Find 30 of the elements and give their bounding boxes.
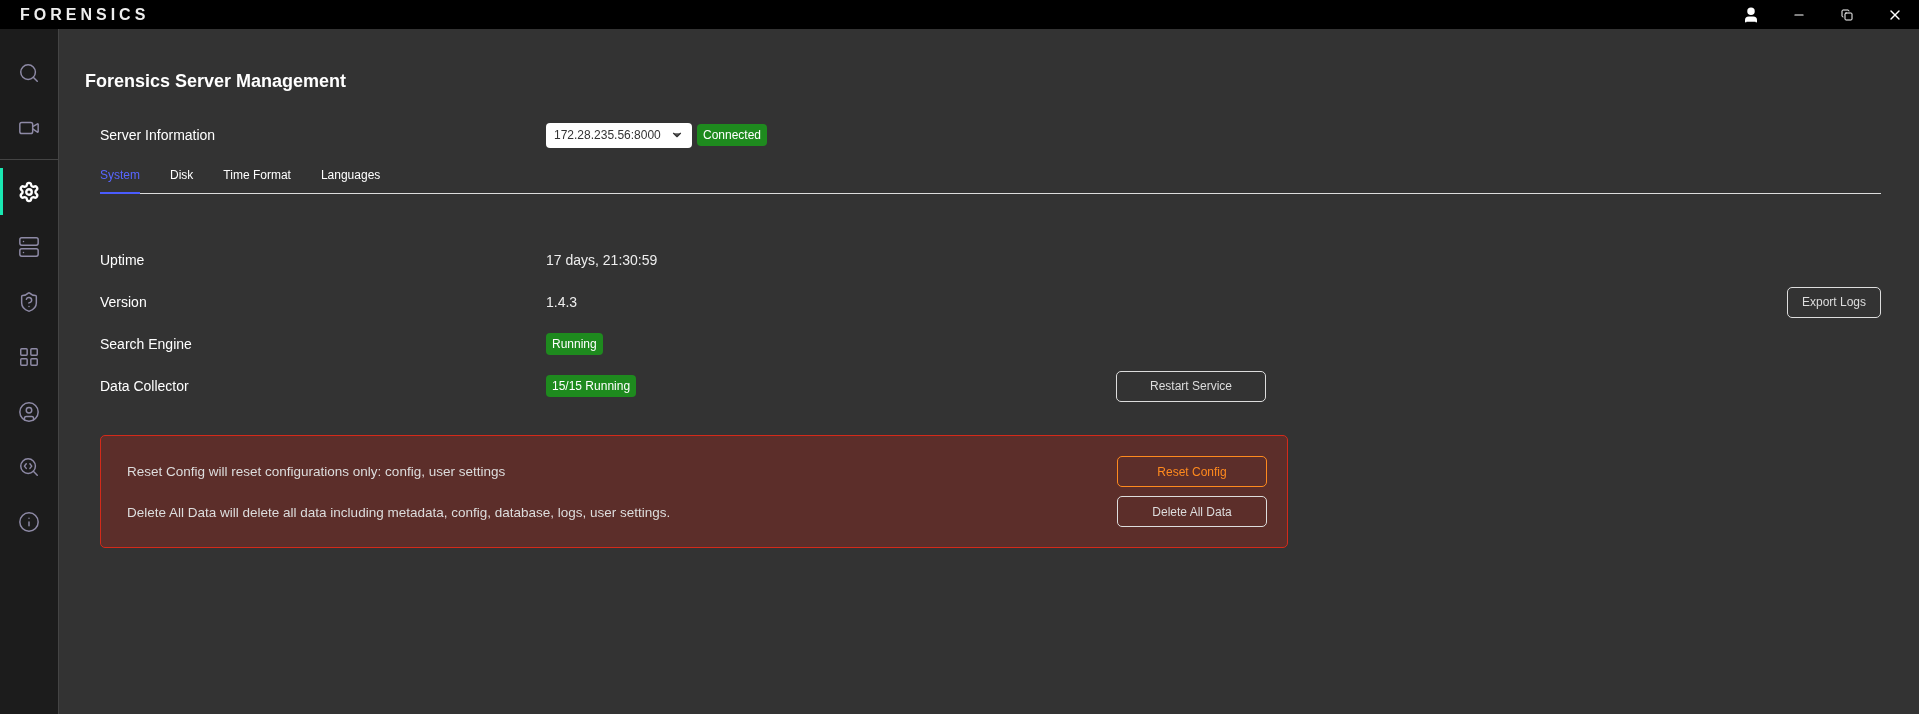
server-icon[interactable] <box>18 235 40 258</box>
status-badge: 15/15 Running <box>546 375 637 397</box>
field-label: Version <box>100 294 148 310</box>
field-label: Search Engine <box>100 336 193 352</box>
field-value: 17 days, 21:30:59 <box>546 252 658 268</box>
user-icon[interactable] <box>1742 5 1760 24</box>
tab[interactable]: Time Format <box>223 162 291 194</box>
reset-config-button[interactable]: Reset Config <box>1117 456 1267 487</box>
app-logo: FORENSICS <box>20 5 150 24</box>
server-info-label: Server Information <box>100 127 217 143</box>
status-badge: Connected <box>697 124 768 146</box>
user-circle-icon[interactable] <box>18 400 40 423</box>
delete-data-button[interactable]: Delete All Data <box>1117 496 1267 527</box>
field-label: Data Collector <box>100 378 190 394</box>
settings-icon[interactable] <box>18 180 40 203</box>
warning-text: Delete All Data will delete all data including metadata, config, database, logs, user settings. <box>127 504 671 520</box>
restart-service-button[interactable]: Restart Service <box>1116 370 1266 402</box>
export-logs-button[interactable]: Export Logs <box>1787 286 1881 318</box>
search-icon[interactable] <box>18 61 40 84</box>
server-dropdown[interactable]: 172.28.235.56:8000 <box>546 122 692 148</box>
status-badge: Running <box>546 333 603 355</box>
shield-icon[interactable] <box>18 290 40 313</box>
info-icon[interactable] <box>18 510 40 533</box>
field-value: 1.4.3 <box>546 294 578 310</box>
tab[interactable]: Languages <box>320 162 381 194</box>
field-label: Uptime <box>100 252 146 268</box>
warning-text: Reset Config will reset configurations only: config, user settings <box>127 463 507 479</box>
tab[interactable]: Disk <box>170 162 194 194</box>
restore-icon[interactable] <box>1841 8 1853 21</box>
page-title: Forensics Server Management <box>85 71 348 92</box>
